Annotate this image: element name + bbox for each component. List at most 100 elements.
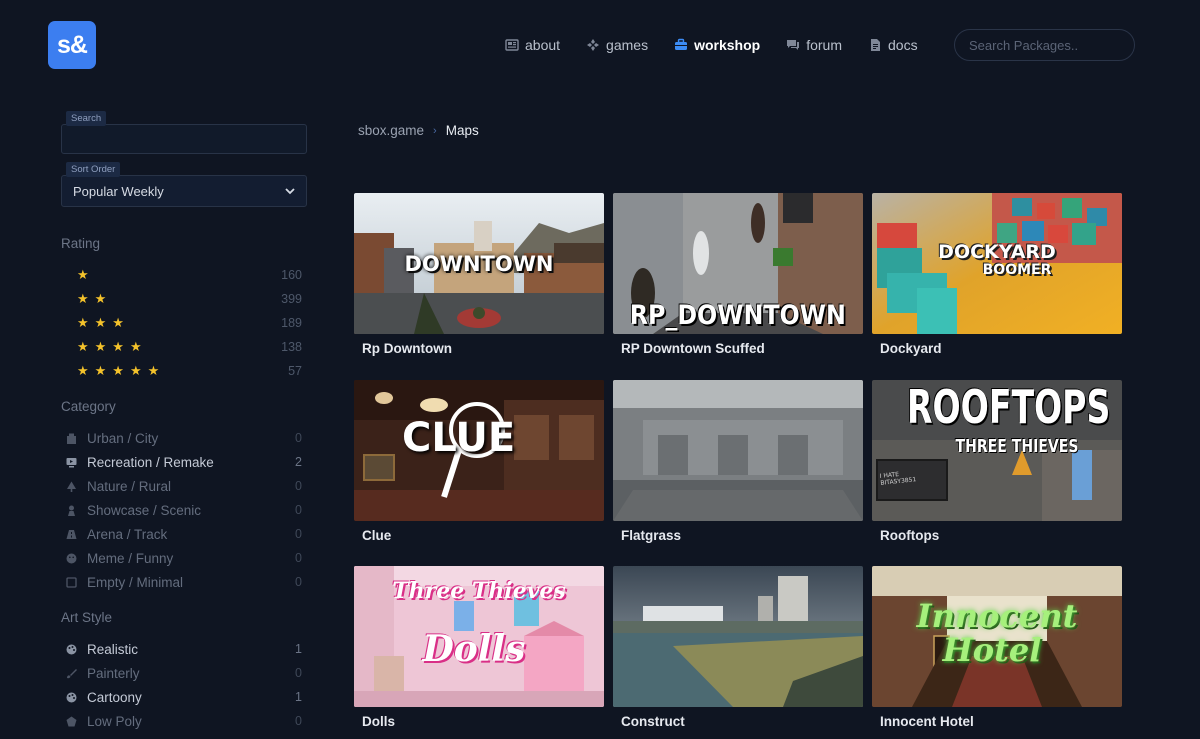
- palette-icon: [66, 644, 77, 654]
- category-count: 0: [295, 503, 302, 517]
- category-title: Category: [61, 399, 116, 414]
- category-filter-empty[interactable]: Empty / Minimal 0: [61, 570, 307, 594]
- map-card-rooftops[interactable]: ROOFTOPS THREE THIEVES I HATE BITASY3851…: [872, 380, 1122, 543]
- square-icon: [66, 576, 77, 588]
- map-thumbnail[interactable]: [354, 193, 604, 334]
- rating-filter-1[interactable]: ★ 160: [61, 263, 307, 287]
- rating-title: Rating: [61, 236, 101, 251]
- star-icon: ★★★★★: [77, 363, 166, 378]
- map-card-rp-downtown-scuffed[interactable]: RP_DOWNTOWN RP Downtown Scuffed: [613, 193, 863, 356]
- art-style-count: 0: [295, 714, 302, 728]
- map-card-flatgrass[interactable]: Flatgrass: [613, 380, 863, 543]
- category-filter-urban[interactable]: Urban / City 0: [61, 426, 307, 450]
- nav-workshop-label: workshop: [694, 37, 761, 53]
- category-count: 0: [295, 479, 302, 493]
- star-icon: ★★★★: [77, 339, 148, 354]
- map-title[interactable]: Innocent Hotel: [880, 714, 974, 729]
- map-thumbnail[interactable]: [613, 566, 863, 707]
- map-card-dolls[interactable]: Three Thieves Dolls Dolls: [354, 566, 604, 729]
- rating-filter-3[interactable]: ★★★ 189: [61, 311, 307, 335]
- nav-about-label: about: [525, 37, 561, 53]
- category-filter-meme[interactable]: Meme / Funny 0: [61, 546, 307, 570]
- rating-count: 138: [281, 340, 302, 354]
- site-logo[interactable]: s&: [48, 21, 96, 69]
- map-thumbnail[interactable]: [872, 193, 1122, 334]
- category-filter-nature[interactable]: Nature / Rural 0: [61, 474, 307, 498]
- map-thumbnail[interactable]: [613, 193, 863, 334]
- nav-about[interactable]: about: [505, 36, 560, 54]
- map-thumbnail[interactable]: [613, 380, 863, 521]
- art-style-count: 1: [295, 642, 302, 656]
- art-style-filter-cartoony[interactable]: Cartoony 1: [61, 685, 307, 709]
- sidebar-search-input[interactable]: [61, 124, 307, 154]
- art-style-filter-low-poly[interactable]: Low Poly 0: [61, 709, 307, 733]
- category-label: Urban / City: [87, 430, 159, 446]
- map-title[interactable]: Dolls: [362, 714, 395, 729]
- art-style-label: Cartoony: [87, 689, 142, 705]
- tree-icon: [67, 481, 76, 492]
- rating-filter-4[interactable]: ★★★★ 138: [61, 335, 307, 359]
- map-thumbnail[interactable]: [872, 566, 1122, 707]
- map-card-rp-downtown[interactable]: DOWNTOWN Rp Downtown: [354, 193, 604, 356]
- pedestal-icon: [68, 505, 75, 516]
- search-field-label: Search: [66, 111, 107, 126]
- map-thumbnail[interactable]: [354, 380, 604, 521]
- map-title[interactable]: Rooftops: [880, 528, 939, 543]
- rating-count: 189: [281, 316, 302, 330]
- category-label: Empty / Minimal: [87, 574, 184, 590]
- nav-games[interactable]: games: [586, 36, 648, 54]
- art-style-label: Low Poly: [87, 713, 142, 729]
- map-card-construct[interactable]: Construct: [613, 566, 863, 729]
- map-card-clue[interactable]: CLUE Clue: [354, 380, 604, 543]
- nav-docs[interactable]: docs: [868, 36, 918, 54]
- art-style-filter-realistic[interactable]: Realistic 1: [61, 637, 307, 661]
- top-nav: about games workshop forum docs: [505, 36, 944, 54]
- star-icon: ★★★: [77, 315, 130, 330]
- category-label: Recreation / Remake: [87, 454, 214, 470]
- art-style-filter-painterly[interactable]: Painterly 0: [61, 661, 307, 685]
- breadcrumb-home-link[interactable]: sbox.game: [358, 123, 424, 138]
- rating-filter-5[interactable]: ★★★★★ 57: [61, 359, 307, 383]
- category-label: Showcase / Scenic: [87, 502, 202, 518]
- map-title[interactable]: Construct: [621, 714, 685, 729]
- sort-order-label: Sort Order: [66, 162, 121, 177]
- star-icon: ★★: [77, 291, 113, 306]
- category-count: 0: [295, 527, 302, 541]
- sort-order-select[interactable]: Popular Weekly: [61, 175, 307, 207]
- rating-filter-2[interactable]: ★★ 399: [61, 287, 307, 311]
- chat-icon: [787, 40, 800, 50]
- map-card-dockyard[interactable]: DOCKYARD BOOMER Dockyard: [872, 193, 1122, 356]
- brush-icon: [67, 668, 77, 678]
- pentagon-icon: [66, 716, 77, 726]
- map-title[interactable]: Dockyard: [880, 341, 942, 356]
- map-thumbnail[interactable]: [872, 380, 1122, 521]
- map-title[interactable]: Rp Downtown: [362, 341, 452, 356]
- rating-count: 399: [281, 292, 302, 306]
- rating-count: 160: [281, 268, 302, 282]
- category-label: Nature / Rural: [87, 478, 172, 494]
- category-filter-arena[interactable]: Arena / Track 0: [61, 522, 307, 546]
- map-thumbnail[interactable]: [354, 566, 604, 707]
- breadcrumb-separator: ›: [433, 124, 437, 137]
- package-search-input[interactable]: [954, 29, 1135, 61]
- art-style-label: Painterly: [87, 665, 140, 681]
- category-count: 0: [295, 431, 302, 445]
- category-count: 0: [295, 551, 302, 565]
- monitor-icon: [66, 457, 77, 467]
- art-style-title: Art Style: [61, 610, 113, 625]
- map-title[interactable]: Clue: [362, 528, 391, 543]
- art-style-count: 1: [295, 690, 302, 704]
- map-card-innocent-hotel[interactable]: Innocent Hotel Innocent Hotel: [872, 566, 1122, 729]
- category-filter-recreation[interactable]: Recreation / Remake 2: [61, 450, 307, 474]
- palette-icon: [66, 692, 77, 702]
- gamepad-icon: [587, 39, 600, 51]
- nav-workshop[interactable]: workshop: [674, 36, 760, 54]
- map-title[interactable]: RP Downtown Scuffed: [621, 341, 765, 356]
- nav-forum[interactable]: forum: [786, 36, 842, 54]
- category-count: 0: [295, 575, 302, 589]
- rating-count: 57: [288, 364, 302, 378]
- road-icon: [66, 529, 77, 539]
- category-label: Arena / Track: [87, 526, 168, 542]
- map-title[interactable]: Flatgrass: [621, 528, 681, 543]
- category-filter-showcase[interactable]: Showcase / Scenic 0: [61, 498, 307, 522]
